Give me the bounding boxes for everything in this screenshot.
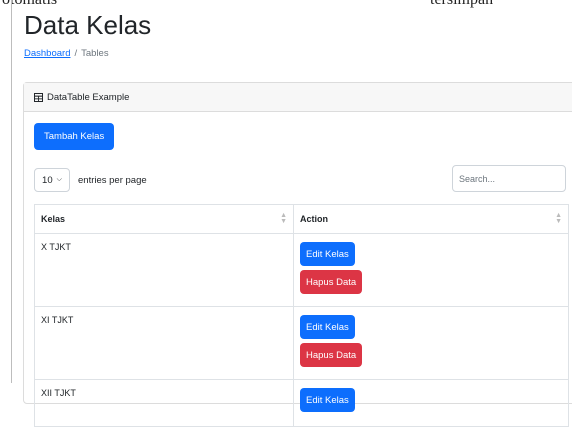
entries-select[interactable]: 10 ⌵ xyxy=(34,168,70,192)
sort-icon: ▲ ▼ xyxy=(555,212,562,225)
sort-icon: ▲ ▼ xyxy=(280,212,287,225)
classes-table: Kelas ▲ ▼ Action ▲ ▼ X TJKT Edit Kelas Hap… xyxy=(34,204,569,427)
breadcrumb-separator: / xyxy=(74,48,78,59)
entries-per-page-control: 10 ⌵ entries per page xyxy=(34,168,147,192)
breadcrumb-current: Tables xyxy=(81,48,109,59)
entries-value: 10 xyxy=(42,174,53,186)
action-cell: Edit Kelas Hapus Data xyxy=(293,306,569,380)
kelas-cell: XI TJKT xyxy=(34,306,294,380)
breadcrumb: Dashboard / Tables xyxy=(24,48,109,59)
table-header-row: Kelas ▲ ▼ Action ▲ ▼ xyxy=(34,204,569,234)
page-left-border xyxy=(11,0,12,383)
cropped-text-right: tersimpan xyxy=(430,0,493,9)
card-header: DataTable Example xyxy=(24,83,572,112)
column-header-kelas[interactable]: Kelas ▲ ▼ xyxy=(34,204,294,234)
breadcrumb-dashboard-link[interactable]: Dashboard xyxy=(24,48,70,59)
datatable-card: DataTable Example Tambah Kelas 10 ⌵ entr… xyxy=(23,82,572,427)
action-cell: Edit Kelas xyxy=(293,379,569,427)
column-header-action[interactable]: Action ▲ ▼ xyxy=(293,204,569,234)
chevron-down-icon: ⌵ xyxy=(56,176,62,183)
page-title: Data Kelas xyxy=(24,10,152,40)
table-row: X TJKT Edit Kelas Hapus Data xyxy=(34,233,569,307)
table-icon xyxy=(34,92,43,102)
column-header-kelas-label: Kelas xyxy=(41,214,66,224)
table-row: XII TJKT Edit Kelas xyxy=(34,379,569,427)
delete-data-button[interactable]: Hapus Data xyxy=(300,270,363,294)
edit-class-button[interactable]: Edit Kelas xyxy=(300,242,355,266)
kelas-cell: XII TJKT xyxy=(34,379,294,427)
action-cell: Edit Kelas Hapus Data xyxy=(293,233,569,307)
edit-class-button[interactable]: Edit Kelas xyxy=(300,315,355,339)
entries-label: entries per page xyxy=(78,174,147,186)
add-class-button[interactable]: Tambah Kelas xyxy=(34,123,115,150)
kelas-cell: X TJKT xyxy=(34,233,294,307)
column-header-action-label: Action xyxy=(300,214,328,224)
delete-data-button[interactable]: Hapus Data xyxy=(300,343,363,367)
card-header-title: DataTable Example xyxy=(47,91,130,103)
search-input[interactable] xyxy=(452,165,566,192)
table-row: XI TJKT Edit Kelas Hapus Data xyxy=(34,306,569,380)
edit-class-button[interactable]: Edit Kelas xyxy=(300,388,355,412)
